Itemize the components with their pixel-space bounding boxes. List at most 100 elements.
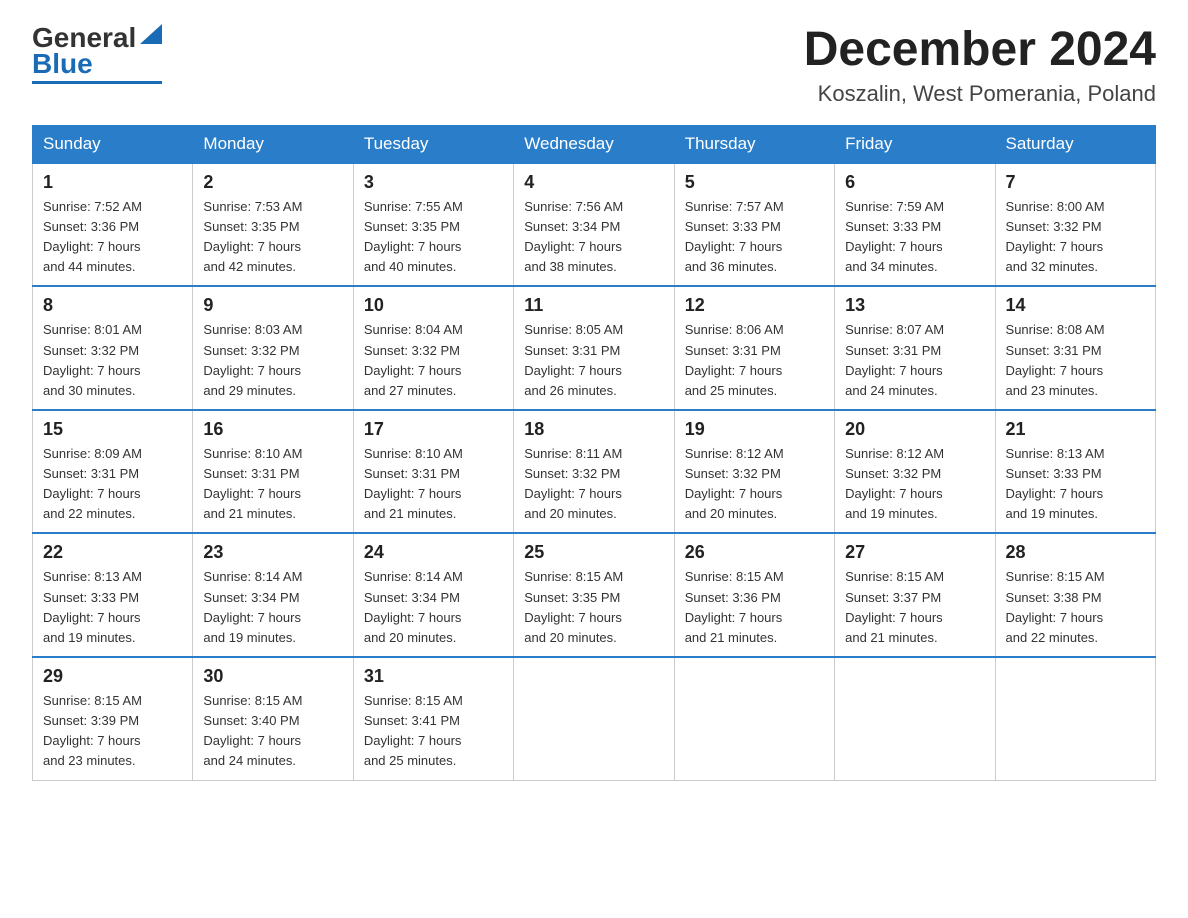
day-info: Sunrise: 8:15 AMSunset: 3:40 PMDaylight:…	[203, 691, 342, 772]
day-info: Sunrise: 8:10 AMSunset: 3:31 PMDaylight:…	[203, 444, 342, 525]
calendar-table: SundayMondayTuesdayWednesdayThursdayFrid…	[32, 125, 1156, 781]
day-number: 30	[203, 666, 342, 687]
column-header-wednesday: Wednesday	[514, 125, 674, 163]
day-info: Sunrise: 8:15 AMSunset: 3:35 PMDaylight:…	[524, 567, 663, 648]
calendar-cell: 23 Sunrise: 8:14 AMSunset: 3:34 PMDayligh…	[193, 533, 353, 657]
day-number: 4	[524, 172, 663, 193]
day-number: 6	[845, 172, 984, 193]
day-number: 9	[203, 295, 342, 316]
day-info: Sunrise: 8:10 AMSunset: 3:31 PMDaylight:…	[364, 444, 503, 525]
day-number: 28	[1006, 542, 1145, 563]
calendar-cell: 30 Sunrise: 8:15 AMSunset: 3:40 PMDayligh…	[193, 657, 353, 780]
calendar-subtitle: Koszalin, West Pomerania, Poland	[804, 81, 1156, 107]
day-info: Sunrise: 8:11 AMSunset: 3:32 PMDaylight:…	[524, 444, 663, 525]
calendar-cell: 20 Sunrise: 8:12 AMSunset: 3:32 PMDayligh…	[835, 410, 995, 534]
calendar-cell: 22 Sunrise: 8:13 AMSunset: 3:33 PMDayligh…	[33, 533, 193, 657]
calendar-cell: 31Sunrise: 8:15 AMSunset: 3:41 PMDayligh…	[353, 657, 513, 780]
column-header-friday: Friday	[835, 125, 995, 163]
calendar-cell: 18 Sunrise: 8:11 AMSunset: 3:32 PMDayligh…	[514, 410, 674, 534]
day-number: 26	[685, 542, 824, 563]
column-header-sunday: Sunday	[33, 125, 193, 163]
column-header-thursday: Thursday	[674, 125, 834, 163]
day-number: 23	[203, 542, 342, 563]
day-number: 29	[43, 666, 182, 687]
day-number: 24	[364, 542, 503, 563]
calendar-cell: 11Sunrise: 8:05 AMSunset: 3:31 PMDayligh…	[514, 286, 674, 410]
day-number: 19	[685, 419, 824, 440]
day-number: 10	[364, 295, 503, 316]
calendar-cell: 5 Sunrise: 7:57 AMSunset: 3:33 PMDaylight…	[674, 163, 834, 287]
day-info: Sunrise: 8:06 AMSunset: 3:31 PMDaylight:…	[685, 320, 824, 401]
day-number: 5	[685, 172, 824, 193]
title-section: December 2024 Koszalin, West Pomerania, …	[804, 24, 1156, 107]
day-number: 22	[43, 542, 182, 563]
day-info: Sunrise: 8:14 AMSunset: 3:34 PMDaylight:…	[203, 567, 342, 648]
calendar-cell	[995, 657, 1155, 780]
calendar-cell	[835, 657, 995, 780]
day-info: Sunrise: 8:08 AMSunset: 3:31 PMDaylight:…	[1006, 320, 1145, 401]
day-number: 20	[845, 419, 984, 440]
day-info: Sunrise: 8:05 AMSunset: 3:31 PMDaylight:…	[524, 320, 663, 401]
day-info: Sunrise: 8:15 AMSunset: 3:38 PMDaylight:…	[1006, 567, 1145, 648]
day-info: Sunrise: 7:55 AMSunset: 3:35 PMDaylight:…	[364, 197, 503, 278]
calendar-cell	[514, 657, 674, 780]
calendar-cell: 7Sunrise: 8:00 AMSunset: 3:32 PMDaylight…	[995, 163, 1155, 287]
calendar-cell: 6Sunrise: 7:59 AMSunset: 3:33 PMDaylight…	[835, 163, 995, 287]
calendar-cell: 10Sunrise: 8:04 AMSunset: 3:32 PMDayligh…	[353, 286, 513, 410]
calendar-week-row: 8Sunrise: 8:01 AMSunset: 3:32 PMDaylight…	[33, 286, 1156, 410]
calendar-cell: 24 Sunrise: 8:14 AMSunset: 3:34 PMDayligh…	[353, 533, 513, 657]
calendar-week-row: 15Sunrise: 8:09 AMSunset: 3:31 PMDayligh…	[33, 410, 1156, 534]
day-info: Sunrise: 7:57 AMSunset: 3:33 PMDaylight:…	[685, 197, 824, 278]
calendar-week-row: 1Sunrise: 7:52 AMSunset: 3:36 PMDaylight…	[33, 163, 1156, 287]
calendar-cell: 2 Sunrise: 7:53 AMSunset: 3:35 PMDaylight…	[193, 163, 353, 287]
day-number: 13	[845, 295, 984, 316]
day-number: 25	[524, 542, 663, 563]
calendar-cell: 14 Sunrise: 8:08 AMSunset: 3:31 PMDayligh…	[995, 286, 1155, 410]
calendar-cell: 15Sunrise: 8:09 AMSunset: 3:31 PMDayligh…	[33, 410, 193, 534]
calendar-cell: 26 Sunrise: 8:15 AMSunset: 3:36 PMDayligh…	[674, 533, 834, 657]
column-header-saturday: Saturday	[995, 125, 1155, 163]
day-info: Sunrise: 8:07 AMSunset: 3:31 PMDaylight:…	[845, 320, 984, 401]
day-info: Sunrise: 8:13 AMSunset: 3:33 PMDaylight:…	[43, 567, 182, 648]
day-number: 2	[203, 172, 342, 193]
day-number: 18	[524, 419, 663, 440]
calendar-title: December 2024	[804, 24, 1156, 77]
day-info: Sunrise: 8:15 AMSunset: 3:41 PMDaylight:…	[364, 691, 503, 772]
day-number: 1	[43, 172, 182, 193]
day-info: Sunrise: 8:12 AMSunset: 3:32 PMDaylight:…	[845, 444, 984, 525]
day-info: Sunrise: 8:12 AMSunset: 3:32 PMDaylight:…	[685, 444, 824, 525]
calendar-cell: 1Sunrise: 7:52 AMSunset: 3:36 PMDaylight…	[33, 163, 193, 287]
calendar-header-row: SundayMondayTuesdayWednesdayThursdayFrid…	[33, 125, 1156, 163]
day-number: 14	[1006, 295, 1145, 316]
calendar-week-row: 29 Sunrise: 8:15 AMSunset: 3:39 PMDayligh…	[33, 657, 1156, 780]
logo-triangle-icon	[140, 24, 162, 44]
calendar-cell	[674, 657, 834, 780]
day-info: Sunrise: 8:09 AMSunset: 3:31 PMDaylight:…	[43, 444, 182, 525]
calendar-cell: 8Sunrise: 8:01 AMSunset: 3:32 PMDaylight…	[33, 286, 193, 410]
calendar-cell: 21 Sunrise: 8:13 AMSunset: 3:33 PMDayligh…	[995, 410, 1155, 534]
day-info: Sunrise: 8:14 AMSunset: 3:34 PMDaylight:…	[364, 567, 503, 648]
column-header-tuesday: Tuesday	[353, 125, 513, 163]
calendar-cell: 28 Sunrise: 8:15 AMSunset: 3:38 PMDayligh…	[995, 533, 1155, 657]
day-number: 27	[845, 542, 984, 563]
day-info: Sunrise: 7:53 AMSunset: 3:35 PMDaylight:…	[203, 197, 342, 278]
calendar-cell: 13 Sunrise: 8:07 AMSunset: 3:31 PMDayligh…	[835, 286, 995, 410]
calendar-cell: 27Sunrise: 8:15 AMSunset: 3:37 PMDayligh…	[835, 533, 995, 657]
day-number: 16	[203, 419, 342, 440]
day-info: Sunrise: 8:15 AMSunset: 3:39 PMDaylight:…	[43, 691, 182, 772]
day-number: 12	[685, 295, 824, 316]
day-info: Sunrise: 8:13 AMSunset: 3:33 PMDaylight:…	[1006, 444, 1145, 525]
column-header-monday: Monday	[193, 125, 353, 163]
day-number: 3	[364, 172, 503, 193]
day-info: Sunrise: 8:03 AMSunset: 3:32 PMDaylight:…	[203, 320, 342, 401]
calendar-cell: 19 Sunrise: 8:12 AMSunset: 3:32 PMDayligh…	[674, 410, 834, 534]
calendar-cell: 12 Sunrise: 8:06 AMSunset: 3:31 PMDayligh…	[674, 286, 834, 410]
calendar-cell: 17 Sunrise: 8:10 AMSunset: 3:31 PMDayligh…	[353, 410, 513, 534]
day-number: 21	[1006, 419, 1145, 440]
calendar-cell: 3 Sunrise: 7:55 AMSunset: 3:35 PMDaylight…	[353, 163, 513, 287]
calendar-cell: 4Sunrise: 7:56 AMSunset: 3:34 PMDaylight…	[514, 163, 674, 287]
day-info: Sunrise: 8:15 AMSunset: 3:36 PMDaylight:…	[685, 567, 824, 648]
logo-underline	[32, 81, 162, 84]
day-number: 17	[364, 419, 503, 440]
calendar-cell: 9 Sunrise: 8:03 AMSunset: 3:32 PMDaylight…	[193, 286, 353, 410]
